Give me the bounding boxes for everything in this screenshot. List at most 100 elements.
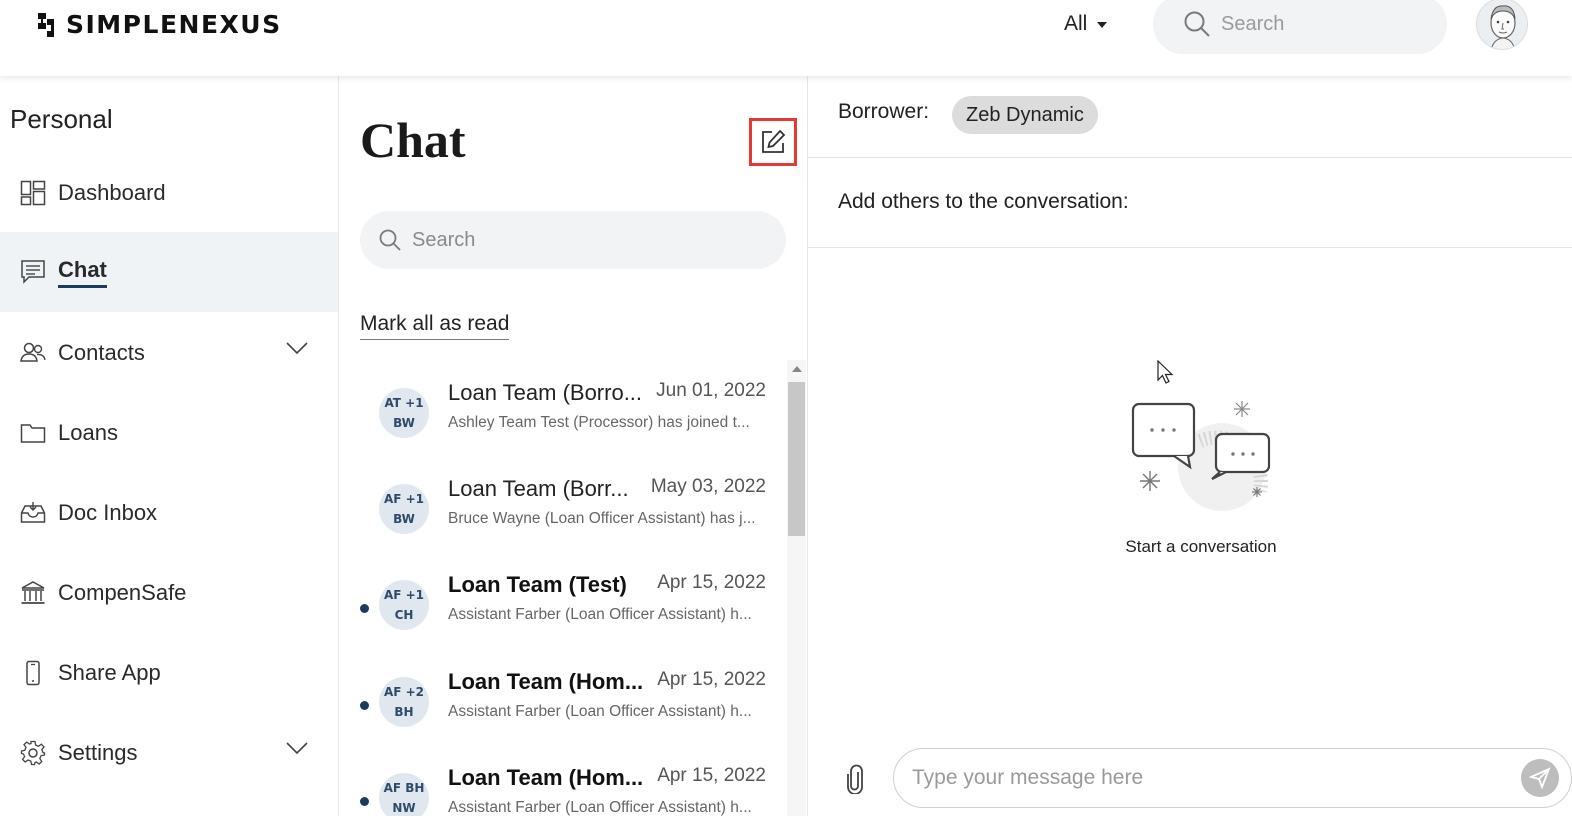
borrower-label: Borrower: [838, 100, 930, 123]
sidebar-item-settings[interactable]: Settings [0, 713, 338, 793]
conversation-item[interactable]: AF BH NW Loan Team (Hom... Apr 15, 2022 … [339, 751, 786, 816]
chevron-down-icon[interactable] [286, 741, 308, 755]
avatar-initials-bottom: BW [393, 512, 415, 526]
sidebar-item-chat[interactable]: Chat [0, 232, 338, 312]
conversation-name: Loan Team (Hom... [448, 669, 644, 694]
conversation-preview: Bruce Wayne (Loan Officer Assistant) has… [448, 510, 756, 527]
avatar-initials-top: AT +1 [384, 396, 424, 410]
search-icon [1184, 11, 1210, 37]
conversation-item[interactable]: AF +1 BW Loan Team (Borr... May 03, 2022… [339, 462, 786, 558]
send-button[interactable] [1521, 759, 1559, 797]
group-avatar: AF +1 BW [379, 484, 429, 534]
conversation-preview: Assistant Farber (Loan Officer Assistant… [448, 606, 752, 623]
conversation-preview: Assistant Farber (Loan Officer Assistant… [448, 799, 752, 816]
sidebar-item-label: Share App [58, 660, 161, 685]
conversation-list: AT +1 BW Loan Team (Borro... Jun 01, 202… [339, 366, 786, 816]
conversation-name: Loan Team (Borro... [448, 380, 643, 405]
avatar-initials-bottom: BH [394, 705, 414, 719]
brand-logo[interactable]: SIMPLENEXUS [34, 10, 282, 39]
gear-icon [20, 740, 46, 766]
avatar-initials-top: AF +1 [383, 588, 425, 602]
scroll-up-arrow-icon[interactable] [792, 366, 802, 372]
add-participants-row[interactable]: Add others to the conversation: [808, 158, 1572, 248]
logo-mark-icon [38, 12, 54, 37]
conversation-preview: Assistant Farber (Loan Officer Assistant… [448, 703, 752, 720]
user-portrait-icon [1490, 5, 1516, 49]
sidebar-item-loans[interactable]: Loans [0, 393, 338, 473]
chat-search-input[interactable] [412, 228, 752, 252]
empty-state-text: Start a conversation [1125, 537, 1277, 556]
conversation-date: Apr 15, 2022 [657, 572, 766, 593]
sidebar-item-doc-inbox[interactable]: Doc Inbox [0, 473, 338, 553]
conversation-item[interactable]: AF +1 CH Loan Team (Test) Apr 15, 2022 A… [339, 558, 786, 654]
unread-dot [360, 701, 369, 710]
conversation-date: May 03, 2022 [650, 476, 766, 497]
group-avatar: AF +2 BH [379, 677, 429, 727]
avatar-initials-top: AF BH [383, 781, 425, 795]
conversation-name: Loan Team (Hom... [448, 765, 644, 790]
brand-name: SIMPLENEXUS [66, 10, 282, 39]
folder-icon [20, 420, 46, 446]
user-avatar[interactable] [1476, 0, 1528, 50]
group-avatar: AF +1 CH [379, 580, 429, 630]
conversation-date: Apr 15, 2022 [657, 765, 766, 786]
chat-search[interactable] [360, 211, 786, 269]
global-search[interactable] [1153, 0, 1447, 54]
conversation-pane: Borrower: Zeb Dynamic Add others to the … [808, 76, 1572, 816]
caret-down-icon [1097, 22, 1108, 28]
paper-plane-icon [1529, 767, 1551, 789]
sidebar-section-title: Personal [10, 104, 113, 134]
sidebar-item-label: CompenSafe [58, 580, 187, 605]
message-composer[interactable] [893, 748, 1572, 808]
conversation-list-scrollbar[interactable] [787, 360, 806, 816]
conversation-item[interactable]: AF +2 BH Loan Team (Hom... Apr 15, 2022 … [339, 655, 786, 751]
conversation-name: Loan Team (Borr... [448, 476, 629, 501]
add-participants-label: Add others to the conversation: [838, 190, 1129, 213]
compose-icon [762, 129, 786, 153]
borrower-chip[interactable]: Zeb Dynamic [952, 96, 1098, 134]
contacts-icon [20, 340, 46, 366]
sidebar-item-label: Dashboard [58, 180, 166, 205]
dashboard-icon [20, 180, 46, 206]
group-avatar: AT +1 BW [379, 388, 429, 438]
sidebar-item-label: Contacts [58, 340, 145, 365]
group-avatar: AF BH NW [379, 773, 429, 816]
conversation-name: Loan Team (Test) [448, 572, 627, 597]
conversation-item[interactable]: AT +1 BW Loan Team (Borro... Jun 01, 202… [339, 366, 786, 462]
phone-icon [20, 660, 46, 686]
mouse-pointer-icon [1157, 360, 1174, 384]
conversation-preview: Ashley Team Test (Processor) has joined … [448, 414, 750, 431]
page-title: Chat [360, 112, 466, 168]
scope-filter-label: All [1064, 12, 1088, 35]
unread-dot [360, 797, 369, 806]
scope-filter-dropdown[interactable]: All [1064, 12, 1108, 36]
chevron-down-icon[interactable] [286, 341, 308, 355]
chat-list-panel: Chat Mark all as read AT +1 BW Loan Team… [339, 76, 808, 816]
avatar-initials-top: AF +1 [383, 492, 425, 506]
bank-icon [20, 580, 46, 606]
sidebar-item-label: Settings [58, 740, 138, 765]
sidebar-item-contacts[interactable]: Contacts [0, 313, 338, 393]
sidebar-item-label: Chat [58, 257, 107, 288]
conversation-date: Apr 15, 2022 [657, 669, 766, 690]
sidebar: Personal Dashboard Chat Contacts Loans D… [0, 76, 339, 816]
sidebar-item-label: Loans [58, 420, 118, 445]
borrower-row: Borrower: Zeb Dynamic [808, 76, 1572, 158]
chat-icon [20, 259, 46, 285]
sidebar-item-label: Doc Inbox [58, 500, 158, 525]
sidebar-item-compensafe[interactable]: CompenSafe [0, 553, 338, 633]
message-input[interactable] [912, 766, 1472, 790]
global-search-input[interactable] [1221, 12, 1421, 36]
sidebar-item-dashboard[interactable]: Dashboard [0, 153, 338, 233]
avatar-initials-bottom: BW [393, 416, 415, 430]
search-icon [379, 229, 401, 251]
conversation-date: Jun 01, 2022 [656, 380, 766, 401]
sidebar-item-share-app[interactable]: Share App [0, 633, 338, 713]
avatar-initials-bottom: NW [392, 801, 416, 815]
mark-all-read-link[interactable]: Mark all as read [360, 312, 510, 340]
top-header: SIMPLENEXUS All [0, 0, 1572, 76]
paperclip-icon[interactable] [846, 764, 864, 794]
speech-bubbles-illustration-icon [1131, 401, 1271, 511]
scrollbar-thumb[interactable] [788, 382, 805, 536]
new-chat-button[interactable] [749, 118, 797, 166]
